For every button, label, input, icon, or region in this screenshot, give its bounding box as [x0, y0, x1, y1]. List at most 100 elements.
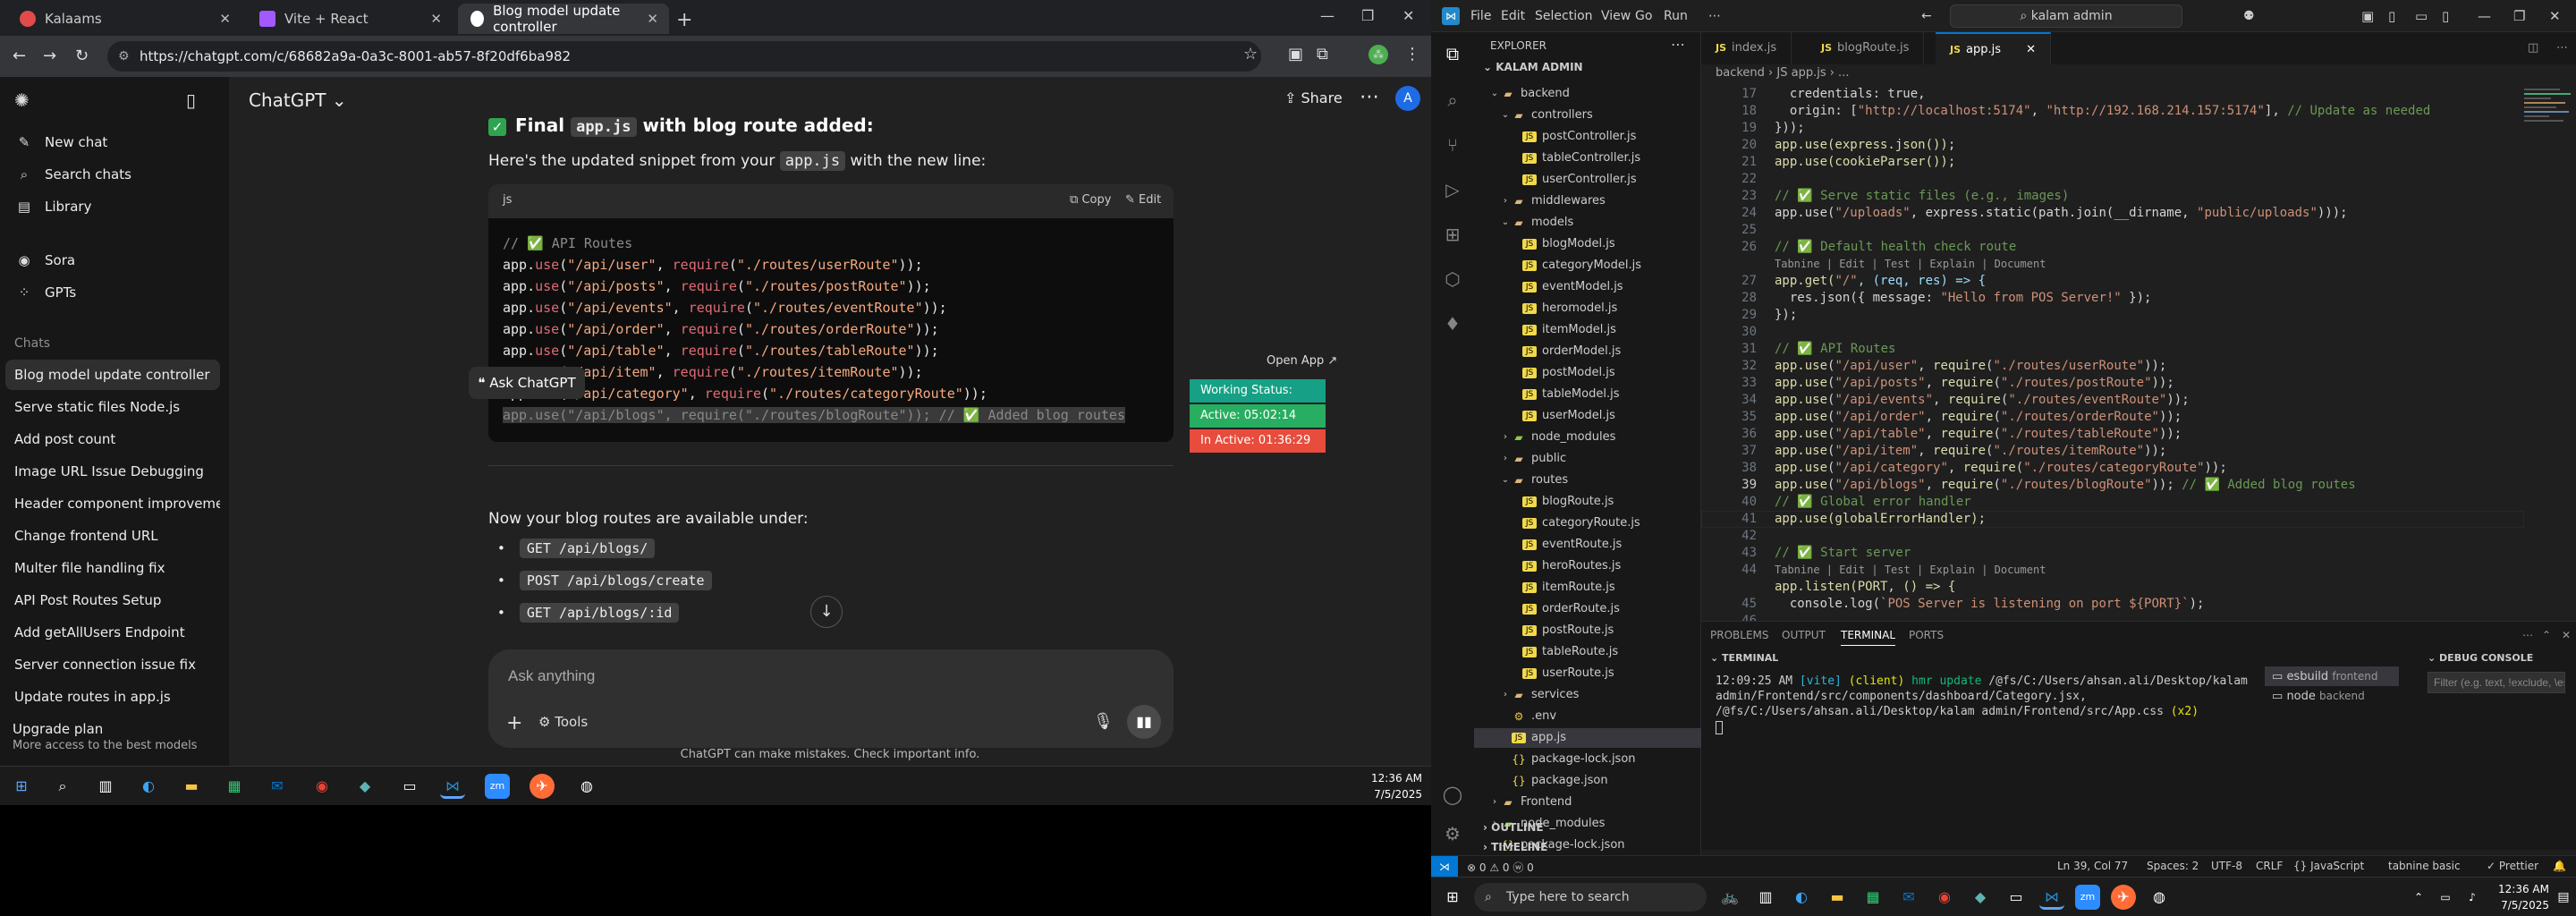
browser-tab-chatgpt[interactable]: Blog model update controller ✕	[458, 3, 669, 35]
file-item[interactable]: JS heroRoutes.js	[1474, 556, 1701, 576]
folder-item[interactable]: ⌄ ▰ models	[1474, 213, 1701, 233]
file-item[interactable]: JS app.js	[1474, 728, 1701, 748]
docker-icon[interactable]: ⬡	[1442, 268, 1463, 290]
task-view-icon[interactable]: ▥	[93, 774, 118, 799]
toggle-secondary-sidebar-icon[interactable]: ▯	[2442, 8, 2449, 24]
tab-ports[interactable]: PORTS	[1909, 629, 1944, 641]
postman-icon[interactable]: ✈	[2111, 885, 2136, 910]
folder-item[interactable]: ⌄ ▰ backend	[1474, 84, 1701, 104]
workspace-root[interactable]: ⌄ KALAM ADMIN	[1483, 61, 1583, 73]
terminal-item-esbuild[interactable]: ▭ esbuild frontend	[2265, 666, 2399, 686]
library-button[interactable]: ▤ Library	[14, 199, 92, 215]
zoom-icon[interactable]: zm	[485, 774, 510, 799]
voice-mode-button[interactable]: ▮▮	[1127, 705, 1161, 739]
extensions-icon[interactable]: ⊞	[1442, 224, 1463, 245]
chat-history-item[interactable]: Update routes in app.js	[5, 682, 220, 712]
chat-history-item[interactable]: Add post count	[5, 424, 220, 454]
close-icon[interactable]: ✕	[647, 11, 658, 27]
task-view-icon[interactable]: ▥	[1753, 885, 1778, 910]
gpts-button[interactable]: ⁘ GPTs	[14, 284, 76, 301]
mail-icon[interactable]: ✉	[1896, 885, 1921, 910]
windows-start-icon[interactable]: ⊞	[9, 774, 34, 799]
layout-icon[interactable]: ▣	[2361, 8, 2374, 24]
minimap[interactable]	[2524, 86, 2576, 166]
file-item[interactable]: JS postRoute.js	[1474, 621, 1701, 640]
file-item[interactable]: JS categoryRoute.js	[1474, 513, 1701, 533]
app-icon[interactable]: ◆	[352, 774, 377, 799]
folder-item[interactable]: › ▰ middlewares	[1474, 191, 1701, 211]
zoom-icon[interactable]: zm	[2075, 885, 2100, 910]
chat-history-item[interactable]: Image URL Issue Debugging	[5, 456, 220, 487]
toggle-sidebar-icon[interactable]: ▯	[2388, 8, 2395, 24]
edge-icon[interactable]: ◐	[1789, 885, 1814, 910]
clock[interactable]: 12:36 AM 7/5/2025	[2487, 881, 2549, 913]
volume-icon[interactable]: ♪	[2460, 885, 2485, 910]
file-item[interactable]: JS postController.js	[1474, 127, 1701, 147]
file-item[interactable]: JS tableController.js	[1474, 148, 1701, 168]
close-window-icon[interactable]: ✕	[2549, 8, 2561, 24]
search-icon[interactable]: ⌕	[1442, 89, 1463, 111]
menu-run[interactable]: Run	[1664, 9, 1688, 23]
menu-edit[interactable]: Edit	[1501, 9, 1525, 23]
forward-arrow-icon[interactable]: →	[43, 47, 56, 65]
status-language[interactable]: {} JavaScript	[2293, 860, 2364, 872]
folder-item[interactable]: › ▰ public	[1474, 449, 1701, 469]
file-item[interactable]: JS blogRoute.js	[1474, 492, 1701, 512]
restore-icon[interactable]: ❐	[2513, 8, 2525, 24]
code-editor-content[interactable]: credentials: true, origin: ["http://loca…	[1775, 86, 2430, 613]
file-item[interactable]: JS postModel.js	[1474, 363, 1701, 383]
model-selector[interactable]: ChatGPT ⌄	[249, 89, 347, 111]
windows-start-icon[interactable]: ⊞	[1440, 885, 1465, 910]
chat-history-item[interactable]: API Post Routes Setup	[5, 585, 220, 615]
menu-view[interactable]: View	[1601, 9, 1631, 23]
new-chat-button[interactable]: ✎ New chat	[14, 134, 108, 150]
more-actions-icon[interactable]: ⋯	[2542, 32, 2576, 64]
vscode-icon[interactable]: ⋈	[440, 774, 465, 799]
clock[interactable]: 12:36 AM 7/5/2025	[1360, 770, 1422, 802]
microphone-icon[interactable]: 🎙	[1093, 712, 1114, 731]
menu-file[interactable]: File	[1470, 9, 1491, 23]
folder-item[interactable]: ⌄ ▰ controllers	[1474, 106, 1701, 125]
close-icon[interactable]: ✕	[2026, 43, 2036, 56]
file-item[interactable]: JS userController.js	[1474, 170, 1701, 190]
source-control-icon[interactable]: ⑂	[1442, 134, 1463, 156]
extension-icon[interactable]: ▣	[1288, 45, 1303, 64]
mail-icon[interactable]: ✉	[265, 774, 290, 799]
chat-history-item[interactable]: Change frontend URL	[5, 521, 220, 551]
folder-item[interactable]: › ▰ node_modules	[1474, 428, 1701, 447]
upgrade-plan-button[interactable]: Upgrade plan More access to the best mod…	[13, 721, 220, 766]
terminal-icon[interactable]: ▭	[2004, 885, 2029, 910]
chat-history-item[interactable]: Add getAllUsers Endpoint	[5, 617, 220, 648]
toggle-panel-icon[interactable]: ▭	[2415, 8, 2428, 24]
chat-history-item[interactable]: Multer file handling fix	[5, 553, 220, 583]
edit-button[interactable]: ✎ Edit	[1125, 193, 1161, 207]
file-item[interactable]: JS userRoute.js	[1474, 664, 1701, 683]
file-item[interactable]: JS itemRoute.js	[1474, 578, 1701, 598]
address-bar[interactable]: ⚙ https://chatgpt.com/c/68682a9a-0a3c-80…	[107, 41, 1261, 72]
folder-item[interactable]: ⌄ ▰ routes	[1474, 471, 1701, 490]
add-attachment-button[interactable]: +	[506, 712, 522, 734]
chat-history-item[interactable]: Blog model update controller	[5, 360, 220, 390]
status-problems[interactable]: ⊗ 0 ⚠ 0 ⓦ 0	[1467, 860, 1534, 875]
tab-problems[interactable]: PROBLEMS	[1710, 629, 1769, 641]
breadcrumb[interactable]: backend › JS app.js › ...	[1716, 66, 1849, 80]
profile-avatar-icon[interactable]: ⁂	[1368, 45, 1388, 64]
chrome-icon[interactable]: ◉	[1932, 885, 1957, 910]
mongodb-icon[interactable]: ♦	[1442, 313, 1463, 335]
file-item[interactable]: JS blogModel.js	[1474, 234, 1701, 254]
terminal-icon[interactable]: ▭	[397, 774, 422, 799]
file-explorer-icon[interactable]: ▬	[179, 774, 204, 799]
explorer-icon[interactable]: ⧉	[1442, 43, 1463, 64]
store-icon[interactable]: ▦	[222, 774, 247, 799]
terminal-item-node[interactable]: ▭ node backend	[2265, 686, 2399, 706]
app-icon[interactable]: ◆	[1968, 885, 1993, 910]
close-panel-icon[interactable]: ✕	[2562, 629, 2571, 641]
new-tab-button[interactable]: +	[676, 9, 692, 31]
run-debug-icon[interactable]: ▷	[1442, 179, 1463, 200]
menu-go[interactable]: Go	[1635, 9, 1652, 23]
bookmark-star-icon[interactable]: ☆	[1243, 45, 1258, 64]
postman-icon[interactable]: ✈	[530, 774, 555, 799]
close-window-icon[interactable]: ✕	[1402, 7, 1414, 24]
settings-gear-icon[interactable]: ⚙	[1442, 823, 1463, 844]
editor-tab-index[interactable]: JS index.js	[1701, 32, 1792, 64]
